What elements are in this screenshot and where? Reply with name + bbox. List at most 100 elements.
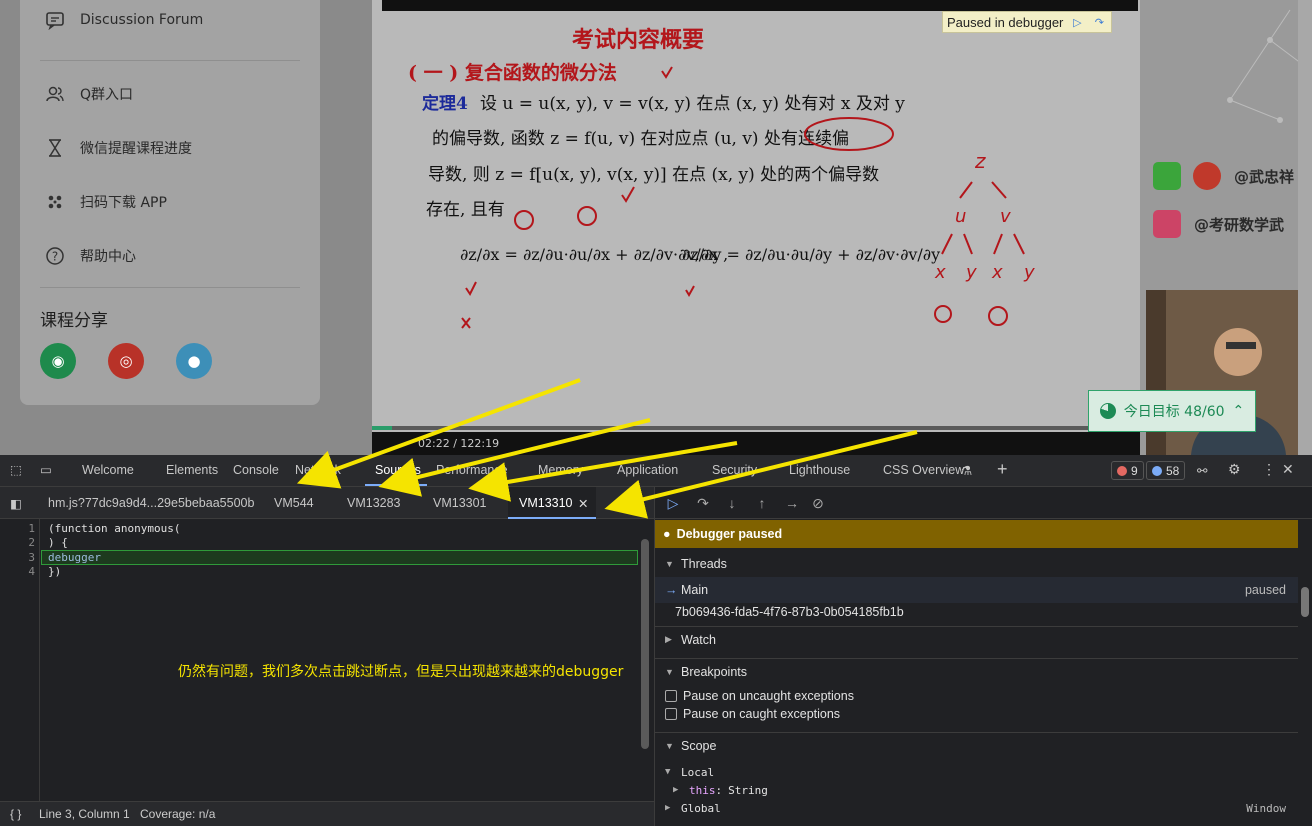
close-tab-icon[interactable]: ✕ xyxy=(578,496,588,511)
sidebar: Discussion Forum Q群入口 微信提醒课程进度 扫码下载 APP … xyxy=(20,0,320,405)
step-over-icon[interactable]: ↷ xyxy=(693,493,713,513)
section-label: Breakpoints xyxy=(681,664,748,679)
file-tab-vm544[interactable]: VM544 xyxy=(274,496,314,510)
tab-memory[interactable]: Memory xyxy=(538,463,583,477)
paused-in-debugger-overlay: Paused in debugger ▷ ↷ xyxy=(942,11,1113,33)
file-tab-hm[interactable]: hm.js?77dc9a9d4...29e5bebaa5500b xyxy=(48,496,254,510)
scope-global[interactable]: ▶ Global Window xyxy=(655,799,1298,817)
toggle-navigator-icon[interactable]: ◧ xyxy=(10,496,22,511)
debugger-sidebar: ▷ ↷ ↓ ↑ → ⊘ ● Debugger paused ▼ Threads →… xyxy=(654,487,1312,826)
thread-id-label: 7b069436-fda5-4f76-87b3-0b054185fb1b xyxy=(675,605,904,619)
code-line: }) xyxy=(48,565,62,578)
tab-elements[interactable]: Elements xyxy=(166,463,218,477)
message-count: 58 xyxy=(1166,463,1180,478)
scope-this-row[interactable]: ▶ this: String xyxy=(655,781,1298,799)
property-value: String xyxy=(728,783,768,797)
sidebar-item-label: Discussion Forum xyxy=(80,12,204,28)
video-progress-bar[interactable] xyxy=(372,426,1140,430)
inspect-element-icon[interactable]: ⬚ xyxy=(10,462,22,477)
property-key: this xyxy=(689,783,716,797)
step-icon[interactable]: → xyxy=(782,493,802,513)
step-out-icon[interactable]: ↑ xyxy=(752,493,772,513)
code-line: (function anonymous( xyxy=(48,522,181,535)
cursor-position: Line 3, Column 1 xyxy=(39,807,130,821)
file-tab-vm13301[interactable]: VM13301 xyxy=(433,496,487,510)
page-scrollbar[interactable] xyxy=(1298,0,1312,455)
line-gutter: 1 2 3 4 xyxy=(0,519,40,801)
sidebar-item-help[interactable]: ? 帮助中心 xyxy=(44,244,136,268)
breakpoints-section-header[interactable]: ▼ Breakpoints xyxy=(655,658,1298,684)
wechat-share-button[interactable]: ◉ xyxy=(40,343,76,379)
debugger-scrollbar[interactable] xyxy=(1301,587,1309,617)
pause-uncaught-row[interactable]: Pause on uncaught exceptions xyxy=(655,686,1298,706)
code-line: debugger xyxy=(48,551,101,564)
svg-text:v: v xyxy=(1000,206,1011,227)
global-value: Window xyxy=(1246,801,1286,815)
device-toolbar-icon[interactable]: ▭ xyxy=(40,462,52,477)
pause-caught-row[interactable]: Pause on caught exceptions xyxy=(655,704,1298,724)
daily-goal-badge[interactable]: 今日目标 48/60 ⌃ xyxy=(1088,390,1256,432)
settings-gear-icon[interactable]: ⚙ xyxy=(1228,461,1241,478)
web-page: Discussion Forum Q群入口 微信提醒课程进度 扫码下载 APP … xyxy=(0,0,1312,455)
video-player[interactable]: 考试内容概要 ( 一 ) 复合函数的微分法 定理4 设 u = u(x, y),… xyxy=(372,0,1140,455)
deactivate-breakpoints-icon[interactable]: ⊘ xyxy=(808,493,828,513)
sidebar-item-label: 扫码下载 APP xyxy=(80,195,167,211)
line-number[interactable]: 3 xyxy=(28,551,35,564)
tab-performance[interactable]: Performance xyxy=(436,463,508,477)
paused-label: Paused in debugger xyxy=(947,14,1064,30)
app-grid-icon xyxy=(44,191,66,213)
sidebar-item-download-app[interactable]: 扫码下载 APP xyxy=(44,190,167,214)
tab-welcome[interactable]: Welcome xyxy=(82,463,134,477)
thread-id[interactable]: 7b069436-fda5-4f76-87b3-0b054185fb1b xyxy=(655,599,1298,625)
line-number[interactable]: 2 xyxy=(28,536,35,549)
triangle-down-icon: ▼ xyxy=(665,740,674,751)
scope-section-header[interactable]: ▼ Scope xyxy=(655,732,1298,758)
editor-scrollbar[interactable] xyxy=(641,539,649,749)
forum-icon xyxy=(44,9,66,31)
step-into-icon[interactable]: ↓ xyxy=(722,493,742,513)
tab-application[interactable]: Application xyxy=(617,463,678,477)
resume-icon[interactable]: ▷ xyxy=(1069,15,1085,29)
tab-lighthouse[interactable]: Lighthouse xyxy=(789,463,850,477)
section-label: Scope xyxy=(681,738,717,753)
close-devtools-icon[interactable]: ✕ xyxy=(1282,461,1294,478)
more-options-icon[interactable]: ⋮ xyxy=(1262,461,1276,478)
step-over-icon[interactable]: ↷ xyxy=(1091,15,1107,29)
pause-caught-checkbox[interactable] xyxy=(665,708,677,720)
weibo-share-button[interactable]: ◎ xyxy=(108,343,144,379)
file-tab-vm13283[interactable]: VM13283 xyxy=(347,496,401,510)
sidebar-item-qq-group[interactable]: Q群入口 xyxy=(44,82,133,106)
qq-share-button[interactable]: ● xyxy=(176,343,212,379)
tab-sources[interactable]: Sources xyxy=(375,463,421,477)
tab-console[interactable]: Console xyxy=(233,463,279,477)
line-number[interactable]: 1 xyxy=(28,522,35,535)
pause-uncaught-checkbox[interactable] xyxy=(665,690,677,702)
tab-network[interactable]: Network xyxy=(295,463,350,477)
chevron-up-icon: ⌃ xyxy=(1232,403,1245,419)
error-count-badge[interactable]: 9 xyxy=(1111,461,1144,480)
threads-section-header[interactable]: ▼ Threads xyxy=(655,551,1298,577)
customize-icon[interactable]: ⚯ xyxy=(1197,463,1207,478)
wechat-logo-icon xyxy=(1153,162,1181,190)
sidebar-item-forum[interactable]: Discussion Forum xyxy=(44,8,203,32)
error-count: 9 xyxy=(1131,463,1138,478)
line-number[interactable]: 4 xyxy=(28,565,35,578)
video-time: 02:22 / 122:19 xyxy=(418,437,500,450)
debugger-paused-banner: ● Debugger paused xyxy=(655,520,1298,548)
scope-local[interactable]: ▼ Local xyxy=(655,763,1298,781)
active-tab-indicator xyxy=(365,484,427,486)
divider xyxy=(40,287,300,288)
file-tab-vm13310[interactable]: VM13310 xyxy=(519,496,573,510)
message-count-badge[interactable]: 58 xyxy=(1146,461,1186,480)
resume-icon[interactable]: ▷ xyxy=(663,493,683,513)
tab-css-overview[interactable]: CSS Overview xyxy=(883,463,964,477)
triangle-down-icon: ▼ xyxy=(665,666,674,677)
svg-text:u: u xyxy=(955,206,966,227)
add-tab-icon[interactable]: + xyxy=(997,459,1008,480)
code-editor[interactable]: 1 2 3 4 (function anonymous( ) { debugge… xyxy=(0,519,654,801)
sidebar-item-wechat-reminder[interactable]: 微信提醒课程进度 xyxy=(44,136,192,160)
pretty-print-icon[interactable]: { } xyxy=(10,807,21,821)
watch-section-header[interactable]: ▶ Watch xyxy=(655,626,1298,652)
scope-local-label: Local xyxy=(681,765,715,779)
tab-security[interactable]: Security xyxy=(712,463,757,477)
